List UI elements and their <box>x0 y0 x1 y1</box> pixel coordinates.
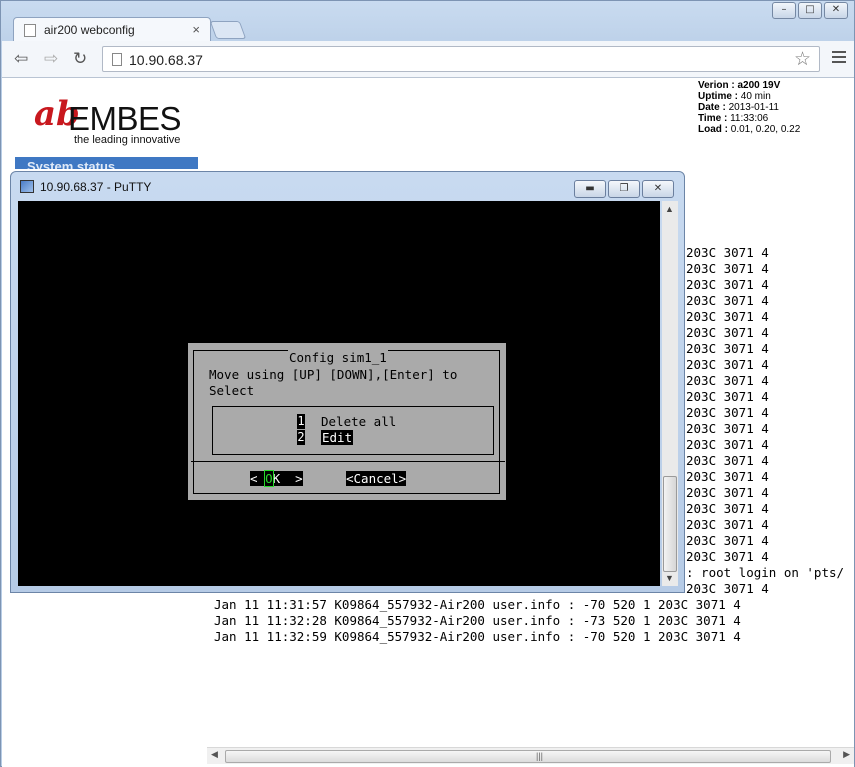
putty-minimize-button[interactable]: ▬ <box>574 180 606 198</box>
putty-title: 10.90.68.37 - PuTTY <box>40 180 152 194</box>
version-label: Verion : <box>698 80 735 91</box>
putty-vertical-scrollbar[interactable]: ▲ ▼ <box>662 201 678 586</box>
ok-left: < <box>250 471 266 486</box>
putty-maximize-button[interactable]: ❐ <box>608 180 640 198</box>
horizontal-scrollbar[interactable]: ◀ ||| ▶ <box>207 747 854 764</box>
menu-item-edit[interactable]: Edit <box>321 430 354 445</box>
ok-button[interactable]: < OK > <box>250 470 303 487</box>
new-tab-button[interactable] <box>209 21 247 39</box>
bookmark-star-icon[interactable]: ☆ <box>794 48 811 70</box>
uptime-value: 40 min <box>740 91 771 102</box>
version-value: a200 19V <box>737 80 781 91</box>
browser-window: – □ ✕ air200 webconfig × ⇦ ⇨ ↻ 10.90.68.… <box>0 0 855 767</box>
log-output-right: 203C 3071 4 203C 3071 4 203C 3071 4 203C… <box>686 245 845 596</box>
load-value: 0.01, 0.20, 0.22 <box>730 124 801 135</box>
maximize-button[interactable]: □ <box>798 2 822 19</box>
logo-tagline: the leading innovative <box>74 134 181 146</box>
back-arrow-icon[interactable]: ⇦ <box>14 49 28 69</box>
putty-window: 10.90.68.37 - PuTTY ▬ ❐ ✕ Config sim1_1 … <box>10 171 685 593</box>
logo-word: EMBES <box>68 100 182 137</box>
close-window-button[interactable]: ✕ <box>824 2 848 19</box>
reload-icon[interactable]: ↻ <box>73 49 87 69</box>
putty-close-button[interactable]: ✕ <box>642 180 674 198</box>
text-cursor: O <box>264 470 274 487</box>
page-icon <box>112 53 122 66</box>
scroll-right-icon[interactable]: ▶ <box>843 749 850 760</box>
date-label: Date : <box>698 102 726 113</box>
browser-toolbar: ⇦ ⇨ ↻ 10.90.68.37 ☆ <box>2 41 854 78</box>
menu-item-number: 1 <box>297 414 305 429</box>
url-text[interactable]: 10.90.68.37 <box>129 52 203 68</box>
nav-system-status[interactable]: System status <box>15 157 198 169</box>
scroll-down-icon[interactable]: ▼ <box>665 573 674 583</box>
grip-icon: ||| <box>536 751 544 761</box>
scroll-left-icon[interactable]: ◀ <box>211 749 218 760</box>
dialog-message: Move using [UP] [DOWN],[Enter] to Select <box>209 367 458 398</box>
ok-right: K > <box>272 471 303 486</box>
menu-list: 1 Delete all 2 Edit <box>212 406 494 455</box>
dialog-title: Config sim1_1 <box>288 350 388 365</box>
scroll-up-icon[interactable]: ▲ <box>665 204 674 214</box>
address-bar[interactable]: 10.90.68.37 ☆ <box>102 46 820 72</box>
menu-item-number: 2 <box>297 430 305 445</box>
putty-scroll-thumb[interactable] <box>663 476 677 572</box>
page-favicon-icon <box>24 24 36 37</box>
tab-close-icon[interactable]: × <box>192 22 200 37</box>
tab-air200-webconfig[interactable]: air200 webconfig × <box>13 17 211 42</box>
time-value: 11:33:06 <box>730 113 769 124</box>
minimize-button[interactable]: – <box>772 2 796 19</box>
time-label: Time : <box>698 113 728 124</box>
system-status-info: Verion : a200 19V Uptime : 40 min Date :… <box>698 80 800 135</box>
putty-icon <box>20 180 34 193</box>
cancel-button[interactable]: <Cancel> <box>346 471 407 486</box>
terminal-screen[interactable]: Config sim1_1 Move using [UP] [DOWN],[En… <box>18 201 660 586</box>
putty-window-controls: ▬ ❐ ✕ <box>574 180 674 198</box>
menu-item-delete-all[interactable]: Delete all <box>321 414 396 429</box>
tab-title: air200 webconfig <box>44 23 135 37</box>
date-value: 2013-01-11 <box>728 102 779 113</box>
log-output-bottom: Jan 11 11:31:57 K09864_557932-Air200 use… <box>214 597 741 644</box>
forward-arrow-icon[interactable]: ⇨ <box>44 49 58 69</box>
dialog-separator <box>191 461 505 462</box>
scrollbar-thumb[interactable]: ||| <box>225 750 831 763</box>
uptime-label: Uptime : <box>698 91 738 102</box>
config-dialog: Config sim1_1 Move using [UP] [DOWN],[En… <box>188 343 506 500</box>
chrome-menu-icon[interactable] <box>832 51 846 66</box>
load-label: Load : <box>698 124 728 135</box>
window-controls: – □ ✕ <box>772 2 848 19</box>
